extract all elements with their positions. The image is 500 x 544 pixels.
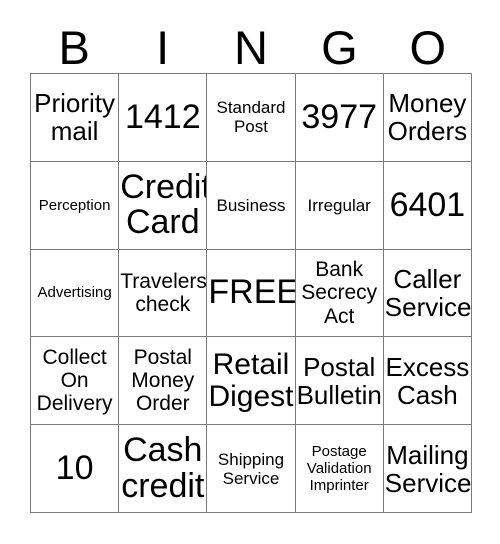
bingo-cell[interactable]: 1412 bbox=[119, 74, 208, 162]
bingo-cell[interactable]: Postal Bulletin bbox=[295, 337, 384, 426]
bingo-cell[interactable]: Shipping Service bbox=[207, 425, 296, 513]
bingo-cell[interactable]: Retail Digest bbox=[207, 337, 296, 426]
bingo-cell[interactable]: Irregular bbox=[295, 161, 384, 250]
bingo-cell-label: Advertising bbox=[37, 284, 112, 302]
bingo-cell[interactable]: Cash credit bbox=[119, 425, 208, 513]
bingo-cell-label: 10 bbox=[55, 448, 94, 487]
bingo-cell[interactable]: Perception bbox=[31, 161, 120, 250]
bingo-cell[interactable]: Travelers check bbox=[119, 249, 208, 338]
bingo-cell[interactable]: Business bbox=[207, 161, 296, 250]
bingo-cell-label: Perception bbox=[38, 196, 111, 214]
bingo-cell[interactable]: Credit Card bbox=[119, 161, 208, 250]
bingo-cell-label: Excess Cash bbox=[385, 351, 470, 410]
bingo-cell-label: Standard Post bbox=[216, 98, 286, 137]
bingo-cell[interactable]: Money Orders bbox=[383, 74, 472, 162]
bingo-cell-label: Retail Digest bbox=[208, 347, 294, 413]
bingo-header-row: B I N G O bbox=[30, 14, 472, 73]
bingo-cell-label: Collect On Delivery bbox=[36, 346, 113, 416]
bingo-cell[interactable]: Postal Money Order bbox=[119, 337, 208, 426]
bingo-cell[interactable]: 10 bbox=[31, 425, 120, 513]
bingo-card: B I N G O Priority mail 1412 Standard Po… bbox=[0, 0, 500, 544]
bingo-header-letter-i: I bbox=[156, 21, 170, 74]
bingo-cell[interactable]: Collect On Delivery bbox=[31, 337, 120, 426]
bingo-cell-label: Shipping Service bbox=[217, 449, 285, 488]
bingo-cell[interactable]: Bank Secrecy Act bbox=[295, 249, 384, 338]
bingo-cell-label: Mailing Service bbox=[384, 439, 472, 498]
bingo-cell-label: Money Orders bbox=[387, 88, 468, 147]
bingo-cell-label: 1412 bbox=[124, 97, 201, 136]
bingo-cell-label: Travelers check bbox=[120, 269, 207, 316]
bingo-cell-label: Bank Secrecy Act bbox=[301, 258, 378, 328]
bingo-cell-label: Priority mail bbox=[34, 88, 116, 147]
bingo-cell-label: Postal Money Order bbox=[131, 346, 195, 416]
bingo-header-letter-o: O bbox=[409, 21, 447, 74]
bingo-cell-label: Caller Service bbox=[384, 263, 472, 322]
bingo-cell-label: Credit Card bbox=[120, 167, 208, 242]
bingo-header-letter-n: N bbox=[234, 21, 268, 74]
bingo-cell[interactable]: 6401 bbox=[383, 161, 472, 250]
bingo-cell-label: Irregular bbox=[307, 195, 371, 215]
bingo-cell[interactable]: Priority mail bbox=[31, 74, 120, 162]
bingo-cell-label: FREE bbox=[208, 273, 296, 312]
bingo-cell-label: Postal Bulletin bbox=[296, 351, 382, 410]
bingo-cell-label: Postage Validation Imprinter bbox=[306, 442, 372, 495]
bingo-header-letter-b: B bbox=[58, 21, 90, 74]
bingo-grid: Priority mail 1412 Standard Post 3977 Mo… bbox=[30, 73, 472, 513]
bingo-cell[interactable]: Excess Cash bbox=[383, 337, 472, 426]
bingo-cell[interactable]: Mailing Service bbox=[383, 425, 472, 513]
bingo-cell-label: Cash credit bbox=[121, 431, 205, 505]
bingo-cell[interactable]: Advertising bbox=[31, 249, 120, 338]
bingo-cell[interactable]: Caller Service bbox=[383, 249, 472, 338]
bingo-cell[interactable]: Standard Post bbox=[207, 74, 296, 162]
bingo-cell-free[interactable]: FREE bbox=[207, 249, 296, 338]
bingo-cell-label: 3977 bbox=[301, 97, 378, 136]
bingo-cell-label: 6401 bbox=[389, 185, 466, 224]
bingo-header-letter-g: G bbox=[321, 21, 358, 74]
bingo-cell-label: Business bbox=[216, 195, 286, 215]
bingo-cell[interactable]: 3977 bbox=[295, 74, 384, 162]
bingo-cell[interactable]: Postage Validation Imprinter bbox=[295, 425, 384, 513]
